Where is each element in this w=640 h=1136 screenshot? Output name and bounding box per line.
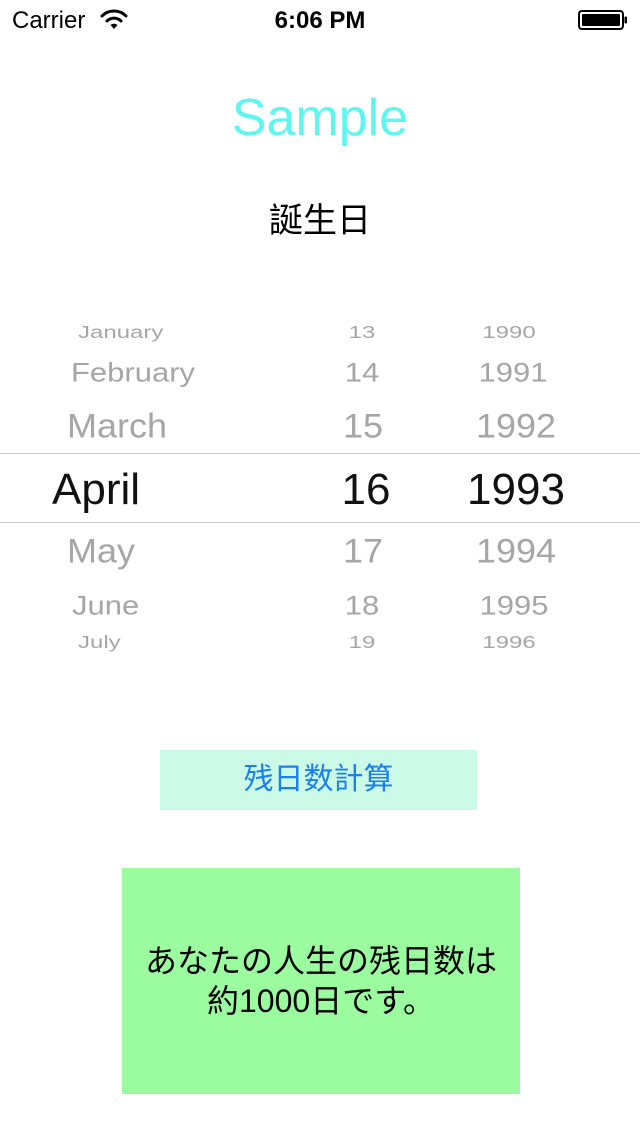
result-panel: あなたの人生の残日数は 約1000日です。 bbox=[122, 868, 520, 1094]
picker-selection-bottom-divider bbox=[0, 522, 640, 523]
picker-year-option-selected[interactable]: 1993 bbox=[467, 468, 565, 512]
picker-month-option-selected[interactable]: April bbox=[52, 468, 140, 512]
picker-day-option[interactable]: 15 bbox=[343, 408, 383, 444]
result-text-line-2: 約1000日です。 bbox=[207, 983, 435, 1019]
app-title: Sample bbox=[231, 89, 409, 147]
status-bar: Carrier 6:06 PM bbox=[0, 0, 640, 40]
picker-month-option[interactable]: June bbox=[72, 591, 139, 618]
picker-year-option[interactable]: 1990 bbox=[482, 324, 535, 341]
picker-month-option[interactable]: July bbox=[78, 634, 121, 651]
picker-month-option[interactable]: May bbox=[67, 533, 135, 569]
picker-selection-top-divider bbox=[0, 453, 640, 454]
picker-month-option[interactable]: February bbox=[71, 358, 195, 385]
picker-day-option[interactable]: 17 bbox=[343, 533, 383, 569]
picker-day-option-selected[interactable]: 16 bbox=[342, 468, 391, 512]
birthday-label: 誕生日 bbox=[269, 202, 371, 240]
result-text-line-1: あなたの人生の残日数は bbox=[144, 943, 497, 979]
calculate-remaining-days-button[interactable]: 残日数計算 bbox=[160, 750, 477, 810]
picker-day-option[interactable]: 13 bbox=[349, 324, 376, 341]
battery-full-icon bbox=[578, 10, 627, 30]
picker-day-option[interactable]: 19 bbox=[349, 634, 376, 651]
picker-day-option[interactable]: 14 bbox=[345, 358, 379, 385]
birthday-date-picker[interactable]: January February March April May June July 13 14… bbox=[0, 300, 640, 670]
picker-month-option[interactable]: January bbox=[78, 324, 163, 341]
picker-year-option[interactable]: 1992 bbox=[476, 408, 556, 444]
picker-day-option[interactable]: 18 bbox=[345, 591, 379, 618]
picker-month-option[interactable]: March bbox=[67, 408, 167, 444]
picker-year-option[interactable]: 1996 bbox=[482, 634, 535, 651]
picker-year-option[interactable]: 1995 bbox=[480, 591, 549, 618]
picker-year-option[interactable]: 1994 bbox=[476, 533, 556, 569]
picker-year-option[interactable]: 1991 bbox=[479, 358, 548, 385]
clock-time: 6:06 PM bbox=[274, 7, 366, 34]
